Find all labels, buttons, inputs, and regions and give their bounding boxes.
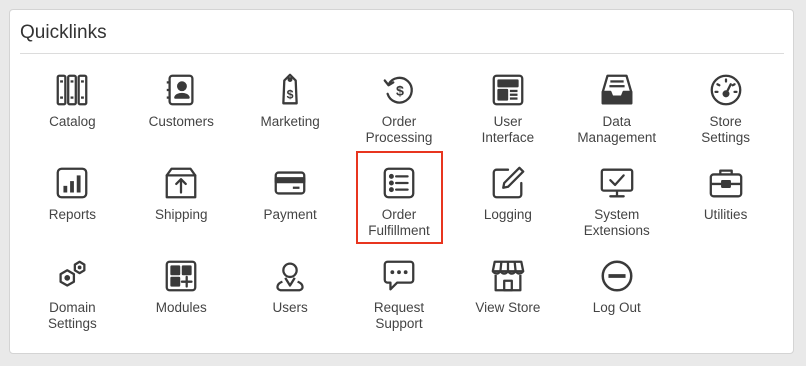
quicklink-label: Marketing <box>260 114 320 129</box>
quicklink-label: Customers <box>148 114 214 129</box>
quicklink-label: Modules <box>155 300 207 315</box>
inbox-tray-icon <box>597 70 637 110</box>
quicklink-reports[interactable]: Reports <box>18 159 127 252</box>
svg-text:$: $ <box>287 88 294 102</box>
quicklink-utilities[interactable]: Utilities <box>671 159 780 252</box>
quicklink-order-processing[interactable]: $ Order Processing <box>345 66 454 159</box>
quicklinks-panel: Quicklinks Catalog Customers $ Marketing… <box>9 9 794 354</box>
bar-chart-icon <box>52 163 92 203</box>
layout-icon <box>488 70 528 110</box>
quicklink-domain-settings[interactable]: Domain Settings <box>18 252 127 345</box>
quicklink-data-management[interactable]: Data Management <box>562 66 671 159</box>
quicklink-label: Log Out <box>592 300 641 315</box>
quicklink-label: Reports <box>48 207 97 222</box>
quicklink-label: Utilities <box>703 207 748 222</box>
hex-nut-icon <box>52 256 92 296</box>
quicklink-label: System Extensions <box>583 207 650 238</box>
quicklink-system-extensions[interactable]: System Extensions <box>562 159 671 252</box>
quicklink-label: Shipping <box>155 207 208 222</box>
quicklink-label: Users <box>272 300 308 315</box>
quicklink-users[interactable]: Users <box>236 252 345 345</box>
quicklink-logging[interactable]: Logging <box>453 159 562 252</box>
quicklink-marketing[interactable]: $ Marketing <box>236 66 345 159</box>
quicklink-label: Payment <box>263 207 317 222</box>
panel-title: Quicklinks <box>20 22 107 43</box>
modules-grid-icon <box>161 256 201 296</box>
quicklink-label: Request Support <box>373 300 425 331</box>
gauge-icon <box>706 70 746 110</box>
edit-icon <box>488 163 528 203</box>
quicklink-label: View Store <box>475 300 541 315</box>
quicklink-label: Store Settings <box>701 114 750 145</box>
quicklink-user-interface[interactable]: User Interface <box>453 66 562 159</box>
catalog-binders-icon <box>52 70 92 110</box>
quicklink-order-fulfillment[interactable]: Order Fulfillment <box>345 151 454 252</box>
svg-text:$: $ <box>396 84 404 100</box>
user-pin-icon <box>270 256 310 296</box>
quicklinks-grid: Catalog Customers $ Marketing $ Order Pr… <box>18 66 780 345</box>
quicklink-catalog[interactable]: Catalog <box>18 66 127 159</box>
monitor-check-icon <box>597 163 637 203</box>
quicklink-label: Order Fulfillment <box>368 207 430 238</box>
quicklink-label: Logging <box>483 207 532 222</box>
checklist-icon <box>379 163 419 203</box>
toolbox-icon <box>706 163 746 203</box>
price-tag-icon: $ <box>270 70 310 110</box>
quicklink-customers[interactable]: Customers <box>127 66 236 159</box>
quicklink-label: User Interface <box>481 114 535 145</box>
quicklink-label: Data Management <box>577 114 657 145</box>
chat-bubble-icon <box>379 256 419 296</box>
credit-card-icon <box>270 163 310 203</box>
quicklink-label: Order Processing <box>365 114 433 145</box>
quicklink-log-out[interactable]: Log Out <box>562 252 671 345</box>
storefront-icon <box>488 256 528 296</box>
dollar-cycle-icon: $ <box>379 70 419 110</box>
quicklink-modules[interactable]: Modules <box>127 252 236 345</box>
quicklink-label: Domain Settings <box>48 300 97 331</box>
quicklink-view-store[interactable]: View Store <box>453 252 562 345</box>
quicklink-payment[interactable]: Payment <box>236 159 345 252</box>
quicklink-label: Catalog <box>49 114 96 129</box>
quicklink-request-support[interactable]: Request Support <box>345 252 454 345</box>
minus-circle-icon <box>597 256 637 296</box>
title-divider <box>20 53 784 54</box>
quicklink-store-settings[interactable]: Store Settings <box>671 66 780 159</box>
address-book-icon <box>161 70 201 110</box>
quicklink-shipping[interactable]: Shipping <box>127 159 236 252</box>
package-icon <box>161 163 201 203</box>
